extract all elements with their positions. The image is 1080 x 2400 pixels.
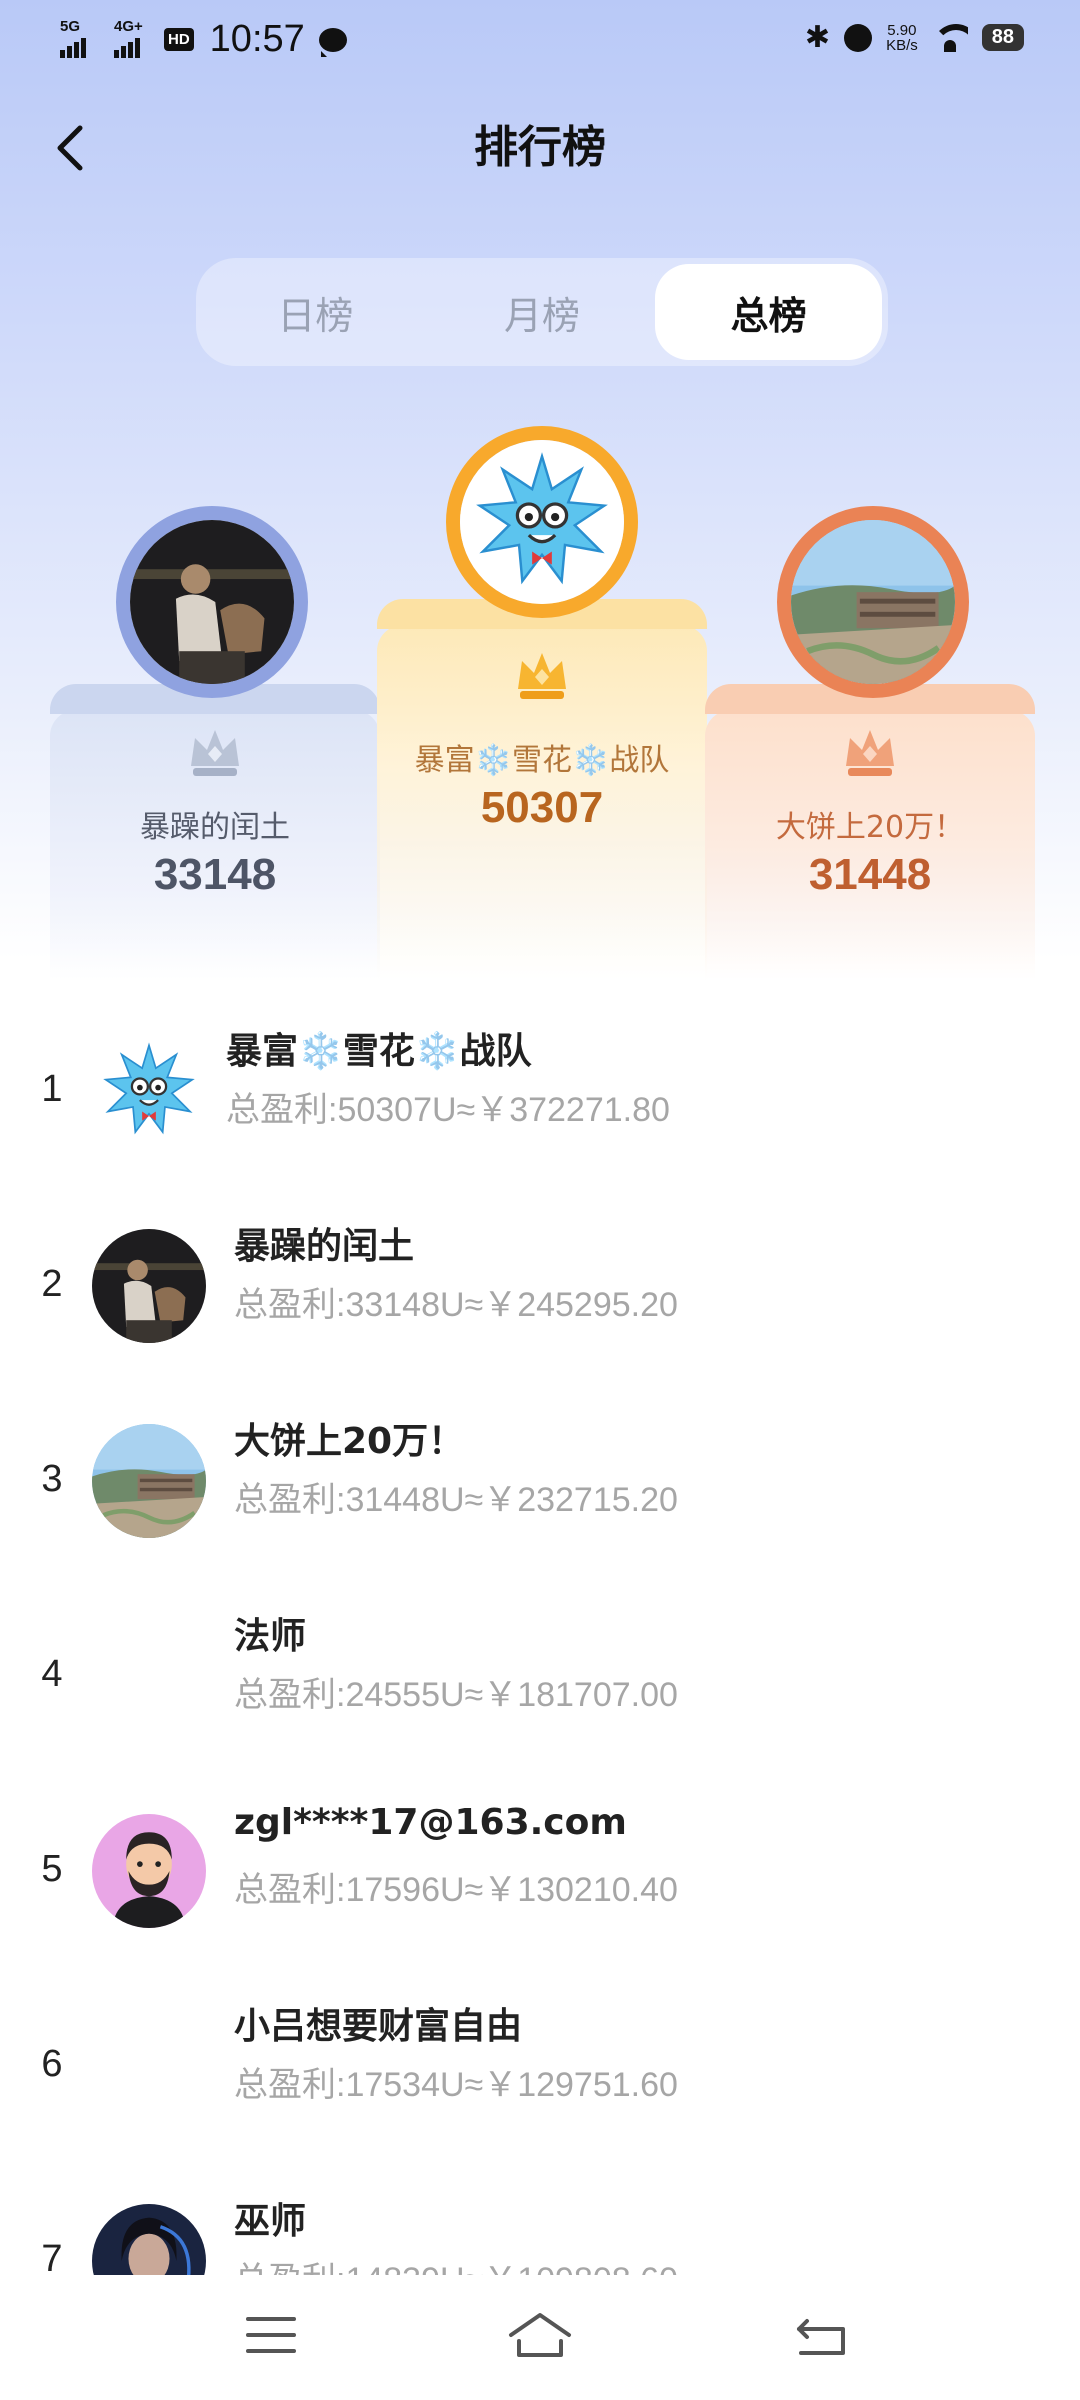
- rank-number: 5: [41, 1848, 63, 1890]
- list-item[interactable]: 4 法师 总盈利:24555U≈￥181707.00: [0, 1585, 1080, 1780]
- rank-number: 2: [41, 1263, 63, 1305]
- podium-first[interactable]: 暴富❄️雪花❄️战队 50307: [377, 599, 707, 980]
- tab-monthly[interactable]: 月榜: [429, 264, 656, 360]
- list-item[interactable]: 5 zgl****17@163.com 总盈利:17596U≈￥130210.4…: [0, 1780, 1080, 1975]
- menu-icon: [246, 2317, 296, 2353]
- page-title: 排行榜: [474, 122, 606, 173]
- snowflake-mascot-avatar: [460, 440, 624, 604]
- list-item[interactable]: 3 大饼上20万！ 总盈利:31448U≈￥232715.20: [0, 1390, 1080, 1585]
- rank-number: 3: [41, 1458, 63, 1500]
- podium-first-name: 暴富❄️雪花❄️战队: [414, 743, 670, 778]
- podium-second-score: 33148: [153, 850, 277, 899]
- photo-people-avatar: [130, 520, 294, 684]
- avatar[interactable]: [92, 1034, 206, 1148]
- period-tabs: 日榜 月榜 总榜: [196, 258, 888, 366]
- user-name: 小吕想要财富自由: [234, 2006, 523, 2047]
- list-item[interactable]: 2 暴躁的闰土 总盈利:33148U≈￥245295.20: [0, 1195, 1080, 1390]
- podium-third-score: 31448: [808, 850, 932, 899]
- user-name: 暴富❄️雪花❄️战队: [226, 1031, 532, 1072]
- system-back-button[interactable]: [787, 2305, 857, 2365]
- recent-apps-button[interactable]: [236, 2305, 306, 2365]
- tab-daily[interactable]: 日榜: [202, 264, 429, 360]
- photo-landscape-avatar: [92, 1424, 206, 1538]
- home-button[interactable]: [505, 2305, 575, 2365]
- status-bar: 5G 4G+ HD 10:57 ✱ 5.90 KB/s 88: [0, 0, 1080, 80]
- list-item[interactable]: 1 暴富❄️雪花❄️战队 总盈利:50307U≈￥372271.80: [0, 1000, 1080, 1195]
- alarm-icon: [844, 23, 873, 52]
- avatar[interactable]: [92, 1424, 206, 1538]
- user-name: zgl****17@163.com: [234, 1802, 627, 1843]
- message-icon: [318, 27, 347, 57]
- silver-crown-icon: [191, 730, 239, 776]
- tab-total[interactable]: 总榜: [655, 264, 883, 360]
- photo-landscape-avatar: [791, 520, 955, 684]
- rank-number: 1: [41, 1068, 63, 1110]
- battery-indicator: 88: [981, 24, 1024, 51]
- podium-second-avatar[interactable]: [116, 506, 308, 698]
- hd-badge: HD: [164, 28, 194, 51]
- snowflake-mascot-avatar: [92, 1034, 206, 1148]
- gold-crown-icon: [518, 653, 566, 699]
- podium: 暴躁的闰土 33148 暴富❄️雪花❄️战队 50307 大饼上20万！ 314…: [50, 420, 1035, 980]
- cartoon-man-avatar: [92, 1814, 206, 1928]
- list-item[interactable]: 6 小吕想要财富自由 总盈利:17534U≈￥129751.60: [0, 1975, 1080, 2170]
- total-profit: 总盈利:17534U≈￥129751.60: [234, 2066, 678, 2104]
- return-icon: [797, 2319, 845, 2355]
- user-name: 法师: [234, 1616, 307, 1657]
- home-icon: [509, 2313, 571, 2357]
- network-speed: 5.90 KB/s: [886, 21, 918, 54]
- photo-people-avatar: [92, 1229, 206, 1343]
- total-profit: 总盈利:24555U≈￥181707.00: [234, 1676, 678, 1714]
- signal-4g-icon: 4G+: [114, 18, 143, 58]
- bronze-crown-icon: [846, 730, 894, 776]
- total-profit: 总盈利:31448U≈￥232715.20: [234, 1481, 678, 1519]
- podium-third-name: 大饼上20万！: [775, 810, 965, 845]
- podium-third[interactable]: 大饼上20万！ 31448: [705, 684, 1035, 980]
- rank-number: 6: [41, 2043, 63, 2085]
- avatar[interactable]: [92, 1814, 206, 1928]
- total-profit: 总盈利:33148U≈￥245295.20: [234, 1286, 678, 1324]
- system-navigation-bar: [0, 2275, 1080, 2400]
- bluetooth-icon: ✱: [804, 20, 831, 55]
- total-profit: 总盈利:50307U≈￥372271.80: [226, 1091, 670, 1129]
- user-name: 暴躁的闰土: [234, 1226, 415, 1267]
- wifi-icon: [931, 23, 968, 52]
- ranking-list: 1 暴富❄️雪花❄️战队 总盈利:50307U≈￥372271.80 2 暴躁的…: [0, 1000, 1080, 2365]
- user-name: 大饼上20万！: [234, 1421, 465, 1462]
- podium-first-avatar[interactable]: [446, 426, 638, 618]
- podium-third-avatar[interactable]: [777, 506, 969, 698]
- total-profit: 总盈利:17596U≈￥130210.40: [234, 1871, 678, 1909]
- signal-5g-icon: 5G: [60, 18, 86, 58]
- clock: 10:57: [209, 18, 305, 60]
- user-name: 巫师: [234, 2201, 307, 2242]
- podium-second-name: 暴躁的闰土: [140, 810, 290, 845]
- podium-second[interactable]: 暴躁的闰土 33148: [50, 684, 380, 980]
- avatar[interactable]: [92, 1229, 206, 1343]
- rank-number: 4: [41, 1653, 63, 1695]
- podium-first-score: 50307: [480, 783, 604, 832]
